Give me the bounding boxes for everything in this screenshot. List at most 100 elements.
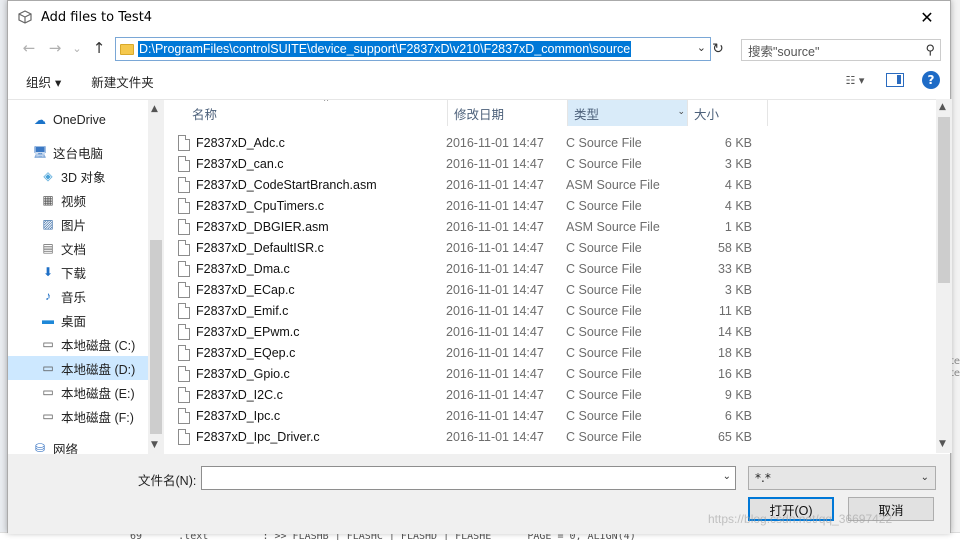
scrollbar-thumb[interactable] xyxy=(938,117,950,283)
drive-icon: ▭ xyxy=(42,385,54,399)
back-button[interactable]: ← xyxy=(18,37,40,59)
sidebar-item-onedrive[interactable]: ☁ OneDrive xyxy=(8,108,148,132)
preview-pane-button[interactable] xyxy=(886,73,904,87)
file-name: F2837xD_EQep.c xyxy=(196,346,296,360)
file-type-filter[interactable]: *.* ⌄ xyxy=(748,466,936,490)
file-list: 名称 ^ 修改日期 类型 ⌄ 大小 F2837xD_Adc.c 2016-11-0… xyxy=(168,100,950,454)
sidebar-item-label: 本地磁盘 (F:) xyxy=(61,410,134,425)
file-size: 4 KB xyxy=(724,199,752,213)
file-name: F2837xD_Ipc_Driver.c xyxy=(196,430,320,444)
file-icon xyxy=(178,387,190,403)
chevron-down-icon: ⌄ xyxy=(72,41,82,55)
file-row[interactable]: F2837xD_EPwm.c 2016-11-01 14:47 C Source F… xyxy=(168,322,938,343)
recent-locations-button[interactable]: ⌄ xyxy=(70,37,84,59)
sidebar-item-drive-f[interactable]: ▭ 本地磁盘 (F:) xyxy=(8,404,148,428)
column-header-type[interactable]: 类型 ⌄ xyxy=(568,100,688,126)
column-header-size[interactable]: 大小 xyxy=(688,100,768,126)
sidebar-item-label: 视频 xyxy=(61,194,87,209)
file-row[interactable]: F2837xD_Ipc_Driver.c 2016-11-01 14:47 C So… xyxy=(168,427,938,448)
organize-menu[interactable]: 组织 ▾ xyxy=(26,72,61,91)
file-row[interactable]: F2837xD_DefaultISR.c 2016-11-01 14:47 C So… xyxy=(168,238,938,259)
address-bar[interactable]: D:\ProgramFiles\controlSUITE\device_supp… xyxy=(115,37,711,61)
sidebar-item-network[interactable]: ⛁ 网络 xyxy=(8,436,148,454)
file-name: F2837xD_DBGIER.asm xyxy=(196,220,329,234)
sidebar-item-this-pc[interactable]: 🖥 这台电脑 xyxy=(8,140,148,164)
onedrive-icon: ☁ xyxy=(34,113,46,127)
scroll-up-icon[interactable]: ▲ xyxy=(939,102,946,112)
scroll-down-icon[interactable]: ▼ xyxy=(939,439,946,449)
scroll-down-icon[interactable]: ▼ xyxy=(151,440,158,450)
chevron-down-icon[interactable]: ⌄ xyxy=(723,471,731,482)
file-type: C Source File xyxy=(566,367,642,381)
sidebar-item-label: 下载 xyxy=(61,266,87,281)
file-icon xyxy=(178,408,190,424)
file-type: ASM Source File xyxy=(566,220,660,234)
sidebar-item-music[interactable]: ♪ 音乐 xyxy=(8,284,148,308)
file-modified: 2016-11-01 14:47 xyxy=(446,262,544,276)
sidebar-item-drive-c[interactable]: ▭ 本地磁盘 (C:) xyxy=(8,332,148,356)
file-row[interactable]: F2837xD_Emif.c 2016-11-01 14:47 C Source F… xyxy=(168,301,938,322)
file-size: 4 KB xyxy=(724,178,752,192)
address-path[interactable]: D:\ProgramFiles\controlSUITE\device_supp… xyxy=(138,41,632,57)
sidebar-item-label: 3D 对象 xyxy=(61,170,106,185)
chevron-down-icon: ⌄ xyxy=(920,472,929,483)
file-modified: 2016-11-01 14:47 xyxy=(446,304,544,318)
file-row[interactable]: F2837xD_CpuTimers.c 2016-11-01 14:47 C Sou… xyxy=(168,196,938,217)
forward-button[interactable]: → xyxy=(44,37,66,59)
search-input[interactable]: 搜索"source" ⚲ xyxy=(741,39,941,61)
scroll-up-icon[interactable]: ▲ xyxy=(151,104,158,114)
command-bar: 组织 ▾ 新建文件夹 ☷ ▾ ? xyxy=(8,63,950,99)
file-row[interactable]: F2837xD_EQep.c 2016-11-01 14:47 C Source F… xyxy=(168,343,938,364)
chevron-down-icon[interactable]: ⌄ xyxy=(697,41,706,54)
up-button[interactable]: ↑ xyxy=(88,37,110,59)
sidebar-item-label: 本地磁盘 (D:) xyxy=(61,362,136,377)
sidebar-item-documents[interactable]: ▤ 文档 xyxy=(8,236,148,260)
file-row[interactable]: F2837xD_I2C.c 2016-11-01 14:47 C Source Fi… xyxy=(168,385,938,406)
file-modified: 2016-11-01 14:47 xyxy=(446,241,544,255)
arrow-up-icon: ↑ xyxy=(92,39,106,57)
chevron-down-icon[interactable]: ⌄ xyxy=(677,106,685,117)
file-name: F2837xD_CpuTimers.c xyxy=(196,199,325,213)
file-row[interactable]: F2837xD_DBGIER.asm 2016-11-01 14:47 ASM So… xyxy=(168,217,938,238)
music-icon: ♪ xyxy=(45,289,51,303)
refresh-button[interactable]: ↻ xyxy=(708,39,728,59)
file-row[interactable]: F2837xD_Adc.c 2016-11-01 14:47 C Source Fi… xyxy=(168,133,938,154)
file-modified: 2016-11-01 14:47 xyxy=(446,325,544,339)
file-modified: 2016-11-01 14:47 xyxy=(446,220,544,234)
sidebar-item-drive-d[interactable]: ▭ 本地磁盘 (D:) xyxy=(8,356,148,380)
file-size: 33 KB xyxy=(717,262,752,276)
sidebar-item-downloads[interactable]: ⬇ 下载 xyxy=(8,260,148,284)
sidebar-item-drive-e[interactable]: ▭ 本地磁盘 (E:) xyxy=(8,380,148,404)
file-row[interactable]: F2837xD_Dma.c 2016-11-01 14:47 C Source Fi… xyxy=(168,259,938,280)
close-button[interactable]: ✕ xyxy=(904,1,950,33)
sidebar-item-videos[interactable]: ▦ 视频 xyxy=(8,188,148,212)
sidebar-item-3d-objects[interactable]: ◈ 3D 对象 xyxy=(8,164,148,188)
column-header-modified[interactable]: 修改日期 xyxy=(448,100,568,126)
file-size: 9 KB xyxy=(724,388,752,402)
sidebar-item-pictures[interactable]: ▨ 图片 xyxy=(8,212,148,236)
file-modified: 2016-11-01 14:47 xyxy=(446,199,544,213)
file-modified: 2016-11-01 14:47 xyxy=(446,157,544,171)
pictures-icon: ▨ xyxy=(42,217,54,231)
file-icon xyxy=(178,198,190,214)
file-row[interactable]: F2837xD_Gpio.c 2016-11-01 14:47 C Source F… xyxy=(168,364,938,385)
new-folder-button[interactable]: 新建文件夹 xyxy=(91,72,154,91)
scrollbar-thumb[interactable] xyxy=(150,240,162,434)
3d-objects-icon: ◈ xyxy=(43,169,53,183)
column-header-name[interactable]: 名称 ^ xyxy=(186,100,448,126)
file-list-scrollbar[interactable]: ▲ ▼ xyxy=(936,99,952,453)
view-options-button[interactable]: ☷ ▾ xyxy=(838,71,872,89)
file-icon xyxy=(178,282,190,298)
file-type: C Source File xyxy=(566,430,642,444)
file-row[interactable]: F2837xD_ECap.c 2016-11-01 14:47 C Source F… xyxy=(168,280,938,301)
sidebar-scrollbar[interactable]: ▲ ▼ xyxy=(148,100,164,454)
documents-icon: ▤ xyxy=(42,241,54,255)
file-row[interactable]: F2837xD_Ipc.c 2016-11-01 14:47 C Source Fi… xyxy=(168,406,938,427)
filename-input[interactable]: ⌄ xyxy=(201,466,736,490)
file-row[interactable]: F2837xD_CodeStartBranch.asm 2016-11-01 14… xyxy=(168,175,938,196)
sidebar-item-desktop[interactable]: ▬ 桌面 xyxy=(8,308,148,332)
sidebar-item-label: 网络 xyxy=(53,442,79,455)
app-icon xyxy=(17,9,33,25)
help-button[interactable]: ? xyxy=(922,71,940,89)
file-row[interactable]: F2837xD_can.c 2016-11-01 14:47 C Source Fi… xyxy=(168,154,938,175)
